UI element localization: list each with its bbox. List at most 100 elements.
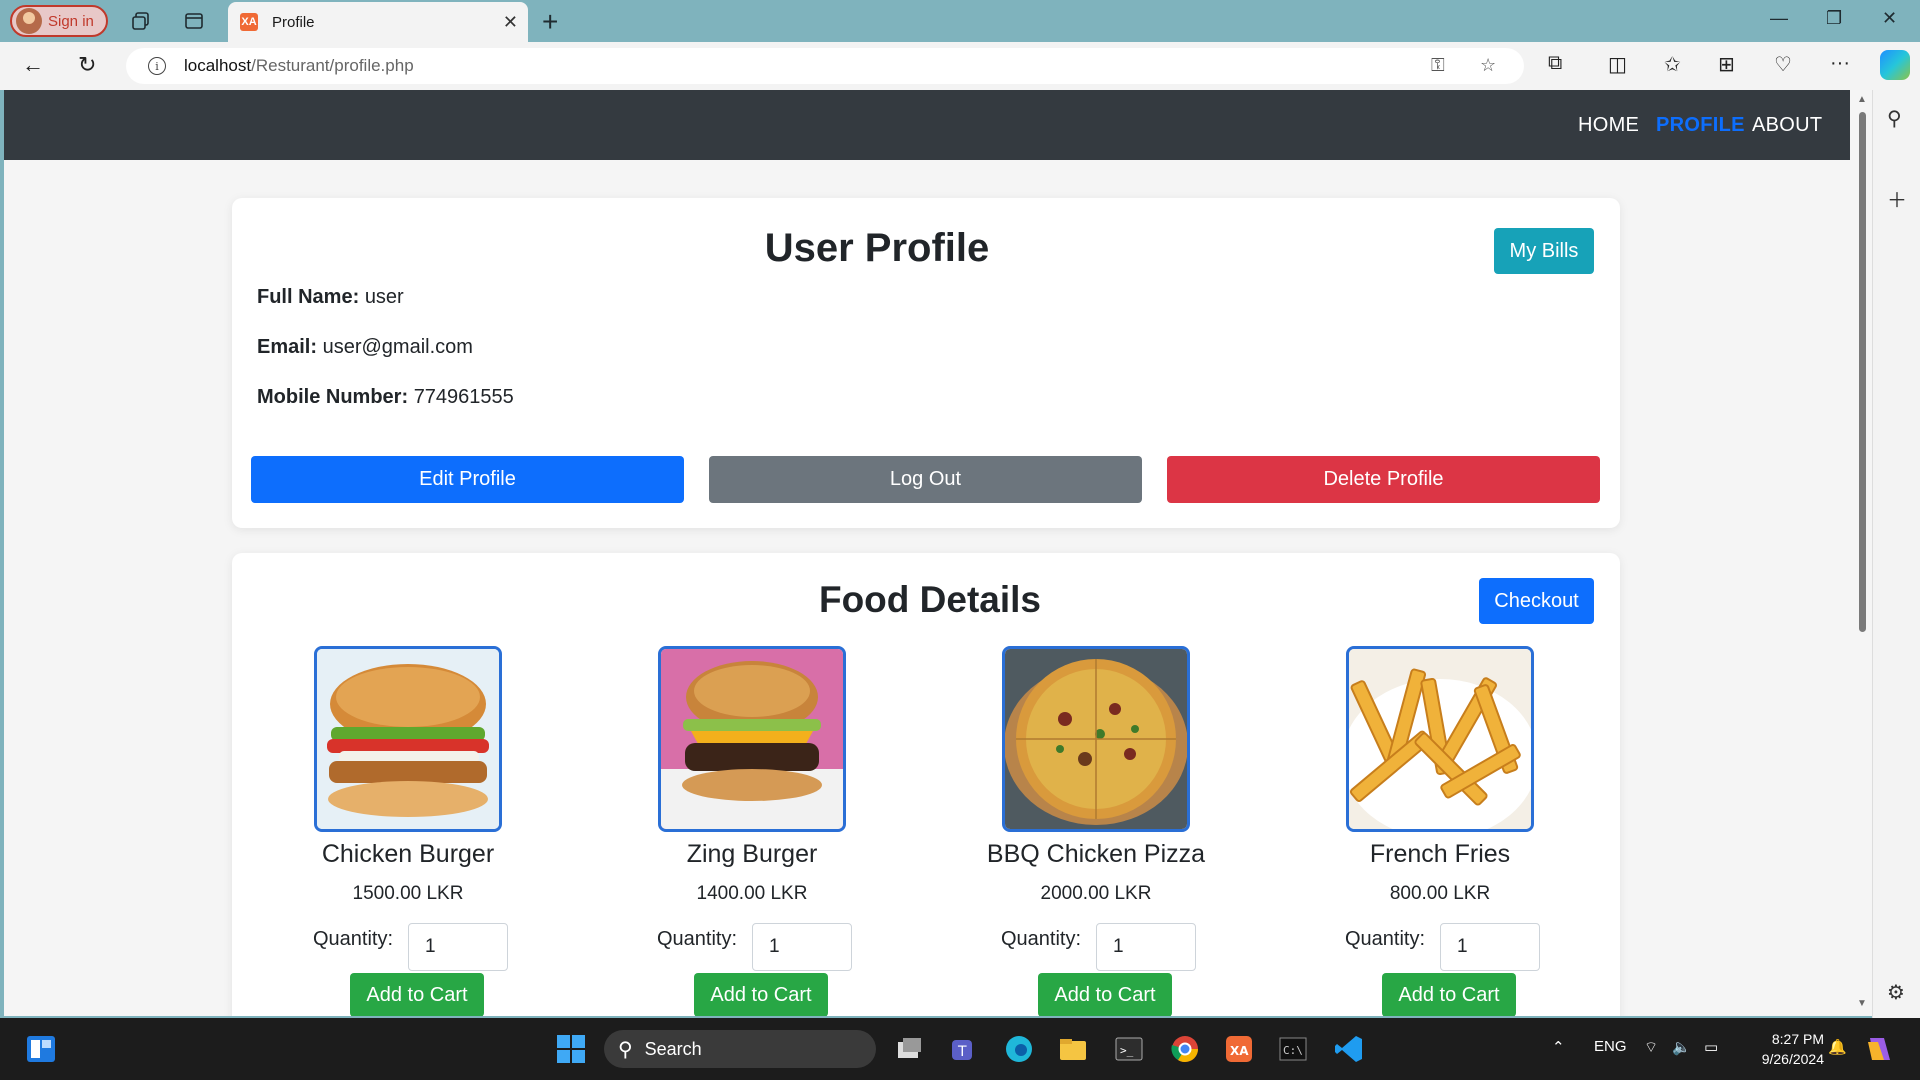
food-item-zing-burger: Zing Burger 1400.00 LKR Quantity: Add to… — [576, 646, 876, 1016]
close-window-icon[interactable]: ✕ — [1882, 8, 1897, 29]
food-name: BBQ Chicken Pizza — [986, 840, 1206, 868]
email-value: user@gmail.com — [322, 336, 473, 358]
volume-icon[interactable]: 🔈 — [1672, 1038, 1691, 1056]
teams-icon[interactable]: T — [948, 1034, 978, 1064]
sidebar-search-icon[interactable]: ⚲ — [1887, 106, 1902, 131]
favorites-icon[interactable]: ✩ — [1664, 52, 1681, 77]
signin-label: Sign in — [48, 12, 94, 30]
profile-title: User Profile — [764, 226, 990, 270]
xampp-taskbar-icon[interactable]: XA — [1224, 1034, 1254, 1064]
full-name-value: user — [364, 286, 404, 308]
sidebar-settings-icon[interactable]: ⚙ — [1887, 980, 1905, 1005]
xampp-favicon-icon: XA — [240, 13, 258, 31]
search-label: Search — [644, 1038, 702, 1059]
scroll-down-icon[interactable]: ▼ — [1857, 998, 1867, 1009]
logout-button[interactable]: Log Out — [709, 456, 1142, 503]
quantity-input[interactable] — [1440, 923, 1540, 971]
more-menu-icon[interactable]: ··· — [1830, 52, 1850, 75]
add-to-cart-button[interactable]: Add to Cart — [1382, 973, 1516, 1016]
food-item-bbq-chicken-pizza: BBQ Chicken Pizza 2000.00 LKR Quantity: … — [920, 646, 1220, 1016]
nav-home-link[interactable]: HOME — [1578, 114, 1639, 137]
favorite-star-icon[interactable]: ☆ — [1480, 55, 1496, 76]
scrollbar-thumb[interactable] — [1859, 112, 1866, 632]
edge-taskbar-icon[interactable] — [1004, 1034, 1034, 1064]
quantity-input[interactable] — [752, 923, 852, 971]
food-name: French Fries — [1369, 840, 1511, 868]
food-price: 1400.00 LKR — [696, 883, 808, 904]
add-to-cart-button[interactable]: Add to Cart — [1038, 973, 1172, 1016]
start-icon[interactable] — [556, 1034, 586, 1064]
cmd-icon[interactable]: C:\ — [1278, 1034, 1308, 1064]
tab-title: Profile — [272, 13, 315, 31]
refresh-icon[interactable]: ↻ — [78, 52, 96, 78]
split-screen-icon[interactable]: ◫ — [1608, 52, 1627, 77]
add-to-cart-button[interactable]: Add to Cart — [694, 973, 828, 1016]
food-item-french-fries: French Fries 800.00 LKR Quantity: Add to… — [1264, 646, 1564, 1016]
url-text[interactable]: localhost/Resturant/profile.php — [184, 56, 414, 76]
scroll-up-icon[interactable]: ▲ — [1857, 94, 1867, 105]
widgets-icon[interactable] — [26, 1034, 56, 1064]
close-tab-icon[interactable]: ✕ — [503, 12, 518, 33]
browser-titlebar: Sign in XA Profile ✕ + — ❐ ✕ — [0, 0, 1920, 42]
tray-chevron-icon[interactable]: ⌃ — [1552, 1038, 1565, 1056]
svg-text:>_: >_ — [1120, 1044, 1134, 1057]
delete-profile-button[interactable]: Delete Profile — [1167, 456, 1600, 503]
quantity-input[interactable] — [408, 923, 508, 971]
browser-essentials-icon[interactable]: ♡ — [1774, 52, 1792, 77]
key-icon[interactable]: ⚿ — [1431, 55, 1445, 76]
back-icon[interactable]: ← — [22, 52, 44, 78]
site-info-icon[interactable]: i — [148, 57, 166, 75]
search-icon: ⚲ — [618, 1038, 633, 1061]
battery-icon[interactable]: ▭ — [1704, 1038, 1718, 1056]
mobile-field: Mobile Number: 774961555 — [257, 386, 514, 409]
food-details-card: Food Details Checkout Chicken Burger 150… — [232, 553, 1620, 1016]
clock-date: 9/26/2024 — [1761, 1051, 1824, 1067]
language-indicator[interactable]: ENG — [1594, 1038, 1627, 1055]
copilot-taskbar-icon[interactable] — [1864, 1034, 1894, 1064]
system-clock[interactable]: 8:27 PM 9/26/2024 — [1740, 1029, 1824, 1069]
add-to-cart-button[interactable]: Add to Cart — [350, 973, 484, 1016]
copilot-icon[interactable] — [1880, 50, 1910, 80]
full-name-label: Full Name: — [257, 286, 360, 308]
tab-profile[interactable]: XA Profile ✕ — [228, 2, 528, 42]
signin-button[interactable]: Sign in — [10, 5, 108, 37]
edit-profile-button[interactable]: Edit Profile — [251, 456, 684, 503]
collections-icon[interactable]: ⊞ — [1718, 52, 1735, 77]
quantity-label: Quantity: — [1345, 928, 1426, 950]
nav-profile-link[interactable]: PROFILE — [1656, 114, 1745, 137]
terminal-icon[interactable]: >_ — [1114, 1034, 1144, 1064]
quantity-label: Quantity: — [1001, 928, 1082, 950]
sidebar-add-icon[interactable]: ＋ — [1887, 184, 1907, 213]
food-price: 2000.00 LKR — [1040, 883, 1152, 904]
file-explorer-icon[interactable] — [1058, 1034, 1088, 1064]
quantity-input[interactable] — [1096, 923, 1196, 971]
task-view-icon[interactable] — [894, 1034, 924, 1064]
tab-actions-icon[interactable] — [184, 11, 204, 31]
url-host: localhost — [184, 56, 252, 75]
page-scrollbar[interactable]: ▲ ▼ — [1854, 90, 1870, 1016]
restore-icon[interactable]: ❐ — [1826, 8, 1842, 29]
food-name: Zing Burger — [686, 840, 818, 868]
quantity-label: Quantity: — [313, 928, 394, 950]
wifi-icon[interactable]: ⌔ — [1644, 1038, 1658, 1057]
mobile-label: Mobile Number: — [257, 386, 409, 408]
chrome-icon[interactable] — [1170, 1034, 1200, 1064]
new-tab-icon[interactable]: + — [542, 6, 558, 38]
email-label: Email: — [257, 336, 318, 358]
edge-sidebar: ⚲ ＋ ⚙ — [1872, 90, 1920, 1018]
notification-bell-icon[interactable]: 🔔 — [1828, 1038, 1847, 1056]
page-viewport: HOME PROFILE ABOUT User Profile My Bills… — [4, 90, 1872, 1016]
nav-about-link[interactable]: ABOUT — [1752, 114, 1822, 137]
my-bills-button[interactable]: My Bills — [1494, 228, 1594, 274]
vscode-icon[interactable] — [1334, 1034, 1364, 1064]
minimize-icon[interactable]: — — [1770, 8, 1788, 29]
chicken-burger-image — [314, 646, 502, 832]
checkout-button[interactable]: Checkout — [1479, 578, 1594, 624]
extensions-icon[interactable]: ⧉ — [1548, 52, 1562, 75]
url-path: /Resturant/profile.php — [251, 56, 414, 75]
workspaces-icon[interactable] — [131, 11, 151, 31]
bbq-chicken-pizza-image — [1002, 646, 1190, 832]
zing-burger-image — [658, 646, 846, 832]
taskbar-search[interactable]: ⚲ Search — [604, 1030, 876, 1068]
url-bar[interactable]: i localhost/Resturant/profile.php ⚿ ☆ — [126, 48, 1524, 84]
